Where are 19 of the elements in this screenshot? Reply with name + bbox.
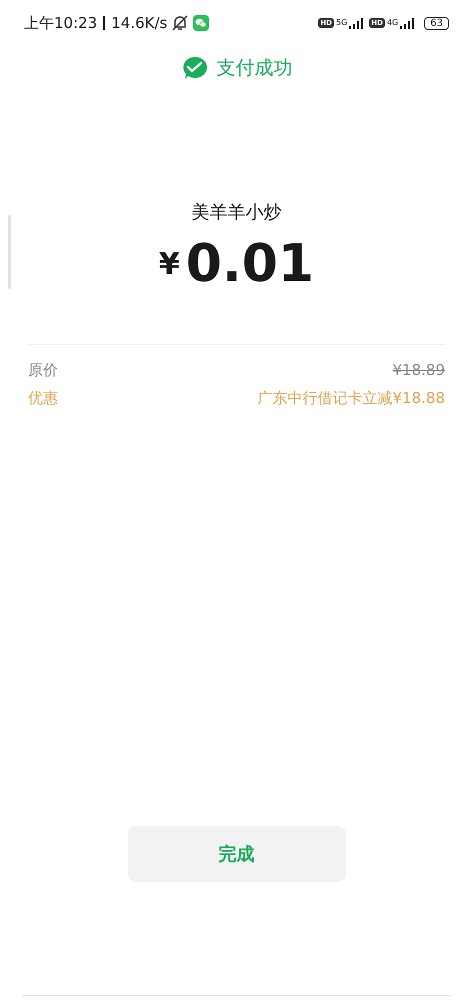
payment-amount: 0.01 [186,234,314,294]
done-button[interactable]: 完成 [128,826,346,882]
check-bubble-icon [180,56,206,80]
detail-value: ¥18.89 [392,360,445,380]
signal-icon [400,18,416,28]
network-type: 4G [386,18,398,26]
detail-label: 优惠 [28,388,58,409]
network-type: 5G [336,18,348,26]
detail-label: 原价 [28,360,58,380]
network-speed: 14.6K/s [111,12,168,34]
muted-bell-icon [171,15,190,31]
chat-app-icon [193,15,210,31]
merchant-name: 美羊羊小炒 [192,200,282,224]
status-time: 上午10:23 [24,12,98,34]
detail-value: 广东中行借记卡立减¥18.88 [258,388,445,409]
currency-symbol: ¥ [158,246,180,284]
signal-icon [349,18,366,28]
battery-indicator: 63 [424,16,449,30]
payment-status-title: 支付成功 [216,56,292,81]
